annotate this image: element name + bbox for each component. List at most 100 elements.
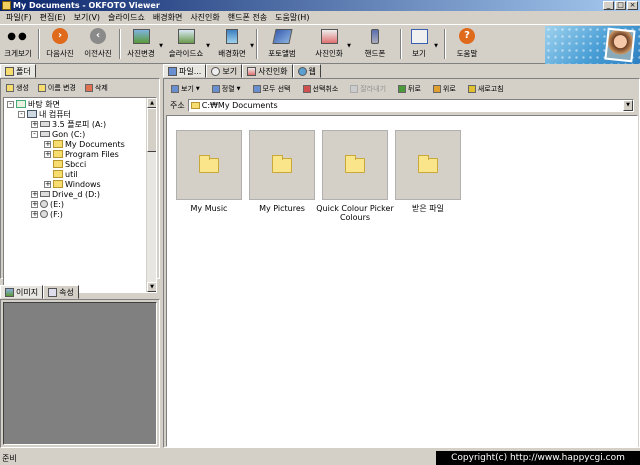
expand-icon[interactable]: + (44, 150, 51, 158)
file-list: My Music My Pictures Quick Colour Picker… (166, 115, 638, 447)
mobile-phone-button[interactable]: 핸드폰 (360, 27, 390, 61)
tree-node-my-documents[interactable]: + My Documents (44, 139, 125, 149)
desktop-icon (16, 100, 26, 108)
brand-banner (545, 26, 640, 64)
create-folder-button[interactable]: 생성 (3, 82, 32, 94)
tree-scrollbar[interactable]: ▲ ▼ (146, 98, 156, 292)
tree-node-windows[interactable]: + Windows (44, 179, 101, 189)
menu-slideshow[interactable]: 슬라이드쇼 (104, 12, 149, 23)
menu-view[interactable]: 보기(V) (70, 12, 104, 23)
tab-image[interactable]: 이미지 (0, 285, 44, 299)
chevron-down-icon[interactable]: ▼ (347, 43, 351, 49)
folder-icon (53, 140, 63, 148)
menu-phone-send[interactable]: 핸드폰 전송 (224, 12, 271, 23)
menu-wallpaper[interactable]: 배경화면 (149, 12, 186, 23)
next-arrow-icon: › (52, 28, 68, 44)
file-item-my-pictures[interactable]: My Pictures (246, 130, 318, 213)
view-button[interactable]: 보기 ▼ (406, 27, 438, 61)
collapse-icon[interactable]: - (7, 100, 14, 108)
chevron-down-icon[interactable]: ▼ (434, 43, 438, 49)
prev-photo-button[interactable]: ‹ 이전사진 (82, 27, 114, 61)
select-all-button[interactable]: 모두 선택 (250, 83, 294, 95)
deselect-button[interactable]: 선택취소 (300, 83, 342, 95)
folder-thumbnail (249, 130, 315, 200)
minimize-button[interactable]: _ (603, 1, 614, 10)
delete-button[interactable]: 삭제 (82, 82, 111, 94)
file-item-my-music[interactable]: My Music (173, 130, 245, 213)
copyright-watermark: Copyright(c) http://www.happycgi.com (436, 451, 640, 465)
tree-node-util[interactable]: util (53, 169, 78, 179)
properties-icon (48, 287, 58, 297)
menu-help[interactable]: 도움말(H) (271, 12, 313, 23)
app-icon (2, 1, 11, 10)
slideshow-button[interactable]: 슬라이드쇼 ▼ (168, 27, 210, 61)
photo-album-button[interactable]: 포토앨범 (266, 27, 298, 61)
expand-icon[interactable]: + (31, 120, 38, 128)
folder-toolbar: 생성 이름 변경 삭제 (3, 81, 157, 95)
menu-edit[interactable]: 편집(E) (36, 12, 70, 23)
tab-photo-print[interactable]: 사진인화 (242, 64, 293, 78)
tree-node-program-files[interactable]: + Program Files (44, 149, 119, 159)
scroll-thumb[interactable] (147, 108, 156, 152)
tab-properties[interactable]: 속성 (43, 285, 79, 299)
address-input[interactable]: C:₩My Documents ▼ (187, 99, 634, 112)
chevron-down-icon[interactable]: ▼ (159, 43, 163, 49)
wallpaper-button[interactable]: 배경화면 ▼ (216, 27, 254, 61)
folder-thumbnail (176, 130, 242, 200)
photo-edit-icon (132, 28, 150, 44)
image-preview (0, 299, 160, 448)
window-title: My Documents - OKFOTO Viewer (13, 1, 160, 10)
tree-node-drive-f[interactable]: + (F:) (31, 209, 63, 219)
tab-file[interactable]: 파일... (163, 64, 207, 78)
tree-node-floppy[interactable]: +3.5 플로피 (A:) (31, 119, 106, 129)
photo-print-button[interactable]: 사진인화 ▼ (313, 27, 351, 61)
expand-icon[interactable]: + (31, 200, 38, 208)
folder-thumbnail (395, 130, 461, 200)
sort-button[interactable]: 정렬 ▼ (209, 83, 244, 95)
file-item-quick-colour-picker[interactable]: Quick Colour Picker Colours (316, 130, 394, 222)
chevron-down-icon[interactable]: ▼ (623, 100, 633, 111)
scroll-up-icon[interactable]: ▲ (147, 98, 156, 108)
tree-node-drive-d[interactable]: + Drive_d (D:) (31, 189, 100, 199)
tree-node-sbcci[interactable]: Sbcci (53, 159, 86, 169)
up-button[interactable]: 위로 (430, 83, 459, 95)
expand-icon[interactable]: + (31, 210, 38, 218)
maximize-button[interactable]: □ (615, 1, 626, 10)
left-panel: 폴더 생성 이름 변경 삭제 - 바탕 화면 -내 컴퓨터 +3.5 플로피 (A… (0, 64, 160, 448)
help-button[interactable]: ? 도움말 (452, 27, 482, 61)
photo-edit-button[interactable]: 사진변경 ▼ (125, 27, 163, 61)
tree-node-desktop[interactable]: - 바탕 화면 (7, 99, 60, 109)
back-button[interactable]: 뒤로 (395, 83, 424, 95)
tree-node-drive-e[interactable]: + (E:) (31, 199, 64, 209)
cut-button[interactable]: 잘라내기 (347, 83, 389, 95)
collapse-icon[interactable]: - (31, 130, 38, 138)
photo-frame-icon (604, 27, 636, 63)
folder-icon (345, 154, 365, 173)
folder-icon (53, 160, 63, 168)
expand-icon[interactable]: + (31, 190, 38, 198)
mobile-phone-icon (371, 28, 379, 44)
folder-icon (199, 154, 219, 173)
tab-view[interactable]: 보기 (206, 64, 243, 78)
tab-web[interactable]: 웹 (292, 64, 321, 78)
chevron-down-icon[interactable]: ▼ (206, 43, 210, 49)
refresh-button[interactable]: 새로고침 (465, 83, 507, 95)
view-mode-button[interactable]: 보기 ▼ (168, 83, 203, 95)
view-large-button[interactable]: ●● 크게보기 (3, 27, 33, 61)
tree-node-my-computer[interactable]: -내 컴퓨터 (18, 109, 71, 119)
next-photo-button[interactable]: › 다음사진 (44, 27, 76, 61)
prev-arrow-icon: ‹ (90, 28, 106, 44)
rename-button[interactable]: 이름 변경 (35, 82, 79, 94)
menu-photo-print[interactable]: 사진인화 (186, 12, 223, 23)
file-item-received-files[interactable]: 받은 파일 (392, 130, 464, 213)
view-mode-icon (171, 85, 179, 93)
close-button[interactable]: × (627, 1, 638, 10)
expand-icon[interactable]: + (44, 140, 51, 148)
menu-file[interactable]: 파일(F) (2, 12, 36, 23)
tab-folder[interactable]: 폴더 (0, 64, 36, 78)
collapse-icon[interactable]: - (18, 110, 25, 118)
expand-icon[interactable]: + (44, 180, 51, 188)
image-preview-pane: 이미지 속성 (0, 285, 160, 448)
tree-node-drive-c[interactable]: - Gon (C:) (31, 129, 85, 139)
chevron-down-icon[interactable]: ▼ (250, 43, 254, 49)
